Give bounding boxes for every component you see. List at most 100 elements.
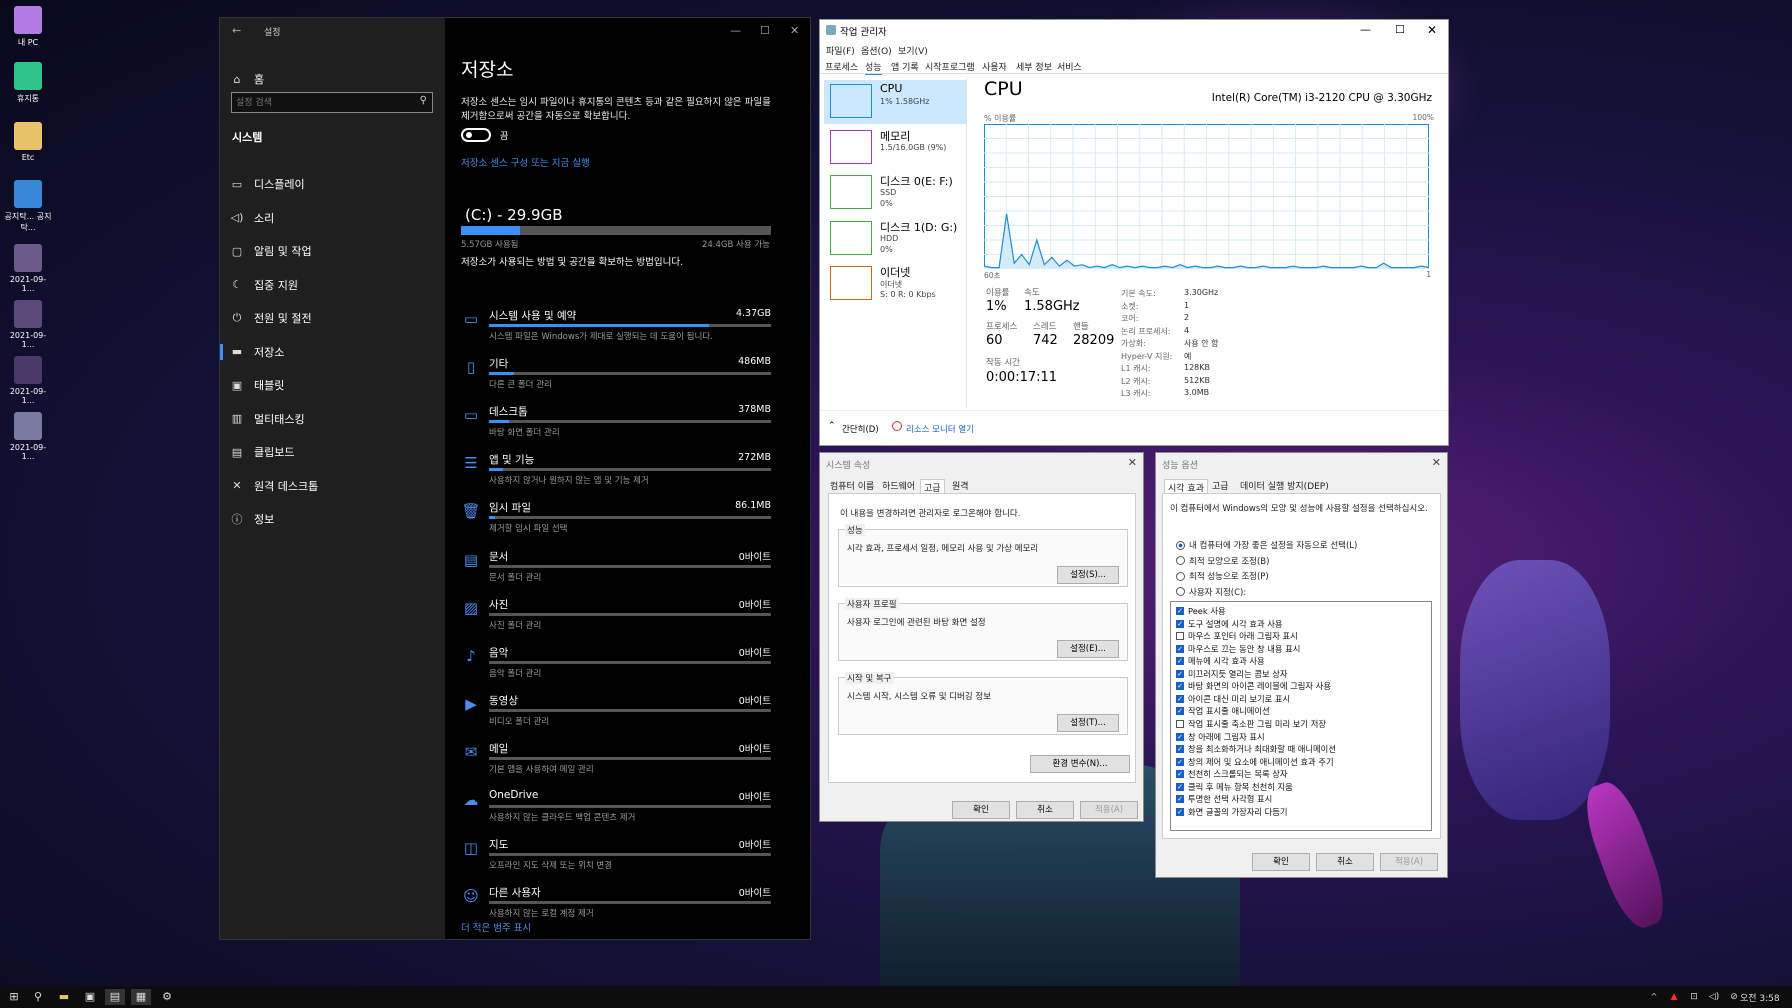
- storage-category[interactable]: ☁ OneDrive 0바이트 사용하지 않는 클라우드 백업 콘텐츠 제거: [461, 789, 771, 833]
- system-properties-taskbar-icon[interactable]: ▦: [131, 989, 151, 1005]
- cancel-button[interactable]: 취소: [1016, 801, 1074, 819]
- close-icon[interactable]: ✕: [1128, 456, 1137, 469]
- desktop-icon[interactable]: 공지탁... 공지탁...: [4, 180, 52, 233]
- close-icon[interactable]: ✕: [1432, 456, 1441, 469]
- checkbox-option[interactable]: ✓ 메뉴에 시각 효과 사용: [1176, 655, 1265, 667]
- desktop-icon[interactable]: 2021-09-1...: [4, 244, 52, 293]
- resource-item[interactable]: 디스크 1(D: G:) HDD 0%: [824, 217, 966, 261]
- sidebar-item-info[interactable]: ⓘ 정보: [230, 509, 275, 529]
- checkbox-option[interactable]: ✓ 미끄러지듯 열리는 콤보 상자: [1176, 668, 1288, 680]
- radio-option[interactable]: 사용자 지정(C):: [1176, 586, 1246, 598]
- storage-category[interactable]: ▭ 데스크톱 378MB 바탕 화면 폴더 관리: [461, 404, 771, 448]
- checkbox-option[interactable]: 작업 표시줄 축소판 그림 미리 보기 저장: [1176, 718, 1326, 730]
- sidebar-item-multitask[interactable]: ▥ 멀티태스킹: [230, 409, 305, 429]
- desktop-icon[interactable]: Etc: [4, 122, 52, 162]
- checkbox-option[interactable]: ✓ 마우스로 끄는 동안 창 내용 표시: [1176, 643, 1300, 655]
- tab-3[interactable]: 원격: [952, 479, 969, 492]
- storage-category[interactable]: ▭ 시스템 사용 및 예약 4.37GB 시스템 파일은 Windows가 제대로 실…: [461, 308, 771, 352]
- fewer-categories-link[interactable]: 더 적은 범주 표시: [461, 920, 531, 934]
- file-explorer-icon[interactable]: ▬: [54, 989, 74, 1005]
- close-icon[interactable]: ✕: [1427, 23, 1437, 37]
- checkbox-option[interactable]: ✓ 아이콘 대신 미리 보기로 표시: [1176, 693, 1290, 705]
- ok-button[interactable]: 확인: [1252, 853, 1310, 871]
- sidebar-item-display[interactable]: ▭ 디스플레이: [230, 174, 305, 194]
- taskbar-clock[interactable]: 오전 3:58: [1740, 991, 1780, 1004]
- task-manager-taskbar-icon[interactable]: ▤: [105, 989, 125, 1005]
- tray-alert-icon[interactable]: ▲: [1664, 989, 1684, 1005]
- search-icon[interactable]: ⚲: [28, 989, 48, 1005]
- group-settings-button[interactable]: 설정(E)...: [1057, 640, 1119, 658]
- tab-0[interactable]: 프로세스: [825, 60, 858, 73]
- environment-variables-button[interactable]: 환경 변수(N)...: [1030, 755, 1130, 773]
- sidebar-item-tablet[interactable]: ▣ 태블릿: [230, 375, 285, 395]
- storage-sense-toggle[interactable]: [461, 128, 491, 142]
- storage-category[interactable]: ▨ 사진 0바이트 사진 폴더 관리: [461, 597, 771, 641]
- radio-option[interactable]: 내 컴퓨터에 가장 좋은 설정을 자동으로 선택(L): [1176, 539, 1357, 551]
- tab-6[interactable]: 서비스: [1057, 60, 1082, 73]
- tab-2[interactable]: 앱 기록: [891, 60, 919, 73]
- sidebar-item-moon[interactable]: ☾ 집중 지원: [230, 275, 298, 295]
- desktop-icon[interactable]: 내 PC: [4, 6, 52, 48]
- checkbox-option[interactable]: ✓ 천천히 스크롤되는 목록 상자: [1176, 768, 1288, 780]
- sidebar-item-power[interactable]: ⏻ 전원 및 절전: [230, 308, 312, 328]
- tray-chevron-icon[interactable]: ^: [1644, 989, 1664, 1005]
- start-icon[interactable]: ⊞: [4, 989, 24, 1005]
- checkbox-option[interactable]: ✓ 도구 설명에 시각 효과 사용: [1176, 618, 1283, 630]
- resource-item[interactable]: CPU 1% 1.58GHz: [824, 80, 966, 124]
- tab-4[interactable]: 사용자: [982, 60, 1007, 73]
- checkbox-option[interactable]: ✓ 바탕 화면의 아이콘 레이블에 그림자 사용: [1176, 680, 1331, 692]
- radio-option[interactable]: 최적 성능으로 조정(P): [1176, 570, 1269, 582]
- checkbox-option[interactable]: ✓ Peek 사용: [1176, 605, 1226, 617]
- settings-search-input[interactable]: [236, 95, 406, 110]
- checkbox-option[interactable]: ✓ 창 아래에 그림자 표시: [1176, 731, 1265, 743]
- resource-item[interactable]: 디스크 0(E: F:) SSD 0%: [824, 171, 966, 215]
- sidebar-item-clipboard[interactable]: ▤ 클립보드: [230, 442, 295, 462]
- checkbox-option[interactable]: ✓ 작업 표시줄 애니메이션: [1176, 705, 1270, 717]
- maximize-icon[interactable]: ☐: [1395, 23, 1405, 36]
- tab-1[interactable]: 하드웨어: [882, 479, 915, 492]
- storage-category[interactable]: ▤ 문서 0바이트 문서 폴더 관리: [461, 549, 771, 593]
- checkbox-option[interactable]: ✓ 창을 최소화하거나 최대화할 때 애니메이션: [1176, 743, 1336, 755]
- volume-icon[interactable]: ◁): [1704, 989, 1724, 1005]
- ok-button[interactable]: 확인: [952, 801, 1010, 819]
- desktop-icon[interactable]: 2021-09-1...: [4, 356, 52, 405]
- apply-button[interactable]: 적용(A): [1080, 801, 1138, 819]
- checkbox-option[interactable]: ✓ 창의 제어 및 요소에 애니메이션 효과 주기: [1176, 756, 1334, 768]
- fewer-details-button[interactable]: 간단히(D): [842, 423, 879, 435]
- tab-3[interactable]: 시작프로그램: [925, 60, 975, 73]
- storage-category[interactable]: ▶ 동영상 0바이트 비디오 폴더 관리: [461, 693, 771, 737]
- checkbox-option[interactable]: ✓ 클릭 후 메뉴 항목 천천히 지움: [1176, 781, 1293, 793]
- storage-category[interactable]: ◫ 지도 0바이트 오프라인 지도 삭제 또는 위치 변경: [461, 837, 771, 881]
- sidebar-item-sound[interactable]: ◁) 소리: [230, 208, 275, 228]
- storage-category[interactable]: ♪ 음악 0바이트 음악 폴더 관리: [461, 645, 771, 689]
- cancel-button[interactable]: 취소: [1316, 853, 1374, 871]
- storage-category[interactable]: ▯ 기타 486MB 다른 큰 폴더 관리: [461, 356, 771, 400]
- resource-monitor-link[interactable]: 리소스 모니터 열기: [906, 423, 974, 435]
- sidebar-item-remote[interactable]: ✕ 원격 데스크톱: [230, 476, 318, 496]
- network-icon[interactable]: ⊡: [1684, 989, 1704, 1005]
- checkbox-option[interactable]: ✓ 화면 글꼴의 가장자리 다듬기: [1176, 806, 1288, 818]
- minimize-icon[interactable]: —: [1360, 23, 1371, 36]
- menu-item[interactable]: 보기(V): [898, 44, 928, 57]
- store-icon[interactable]: ▣: [80, 989, 100, 1005]
- menu-item[interactable]: 옵션(O): [861, 44, 892, 57]
- radio-option[interactable]: 최적 모양으로 조정(B): [1176, 555, 1269, 567]
- storage-category[interactable]: ☰ 앱 및 기능 272MB 사용하지 않거나 원하지 않는 앱 및 기능 제거: [461, 452, 771, 496]
- desktop-icon[interactable]: 2021-09-1...: [4, 300, 52, 349]
- menu-item[interactable]: 파일(F): [826, 44, 855, 57]
- tab-1[interactable]: 고급: [1212, 479, 1229, 492]
- group-settings-button[interactable]: 설정(T)...: [1057, 714, 1119, 732]
- back-arrow-icon[interactable]: ←: [232, 24, 241, 37]
- desktop-icon[interactable]: 2021-09-1...: [4, 412, 52, 461]
- tab-0[interactable]: 컴퓨터 이름: [830, 479, 874, 492]
- settings-search-box[interactable]: ⚲: [231, 92, 433, 113]
- storage-sense-link[interactable]: 저장소 센스 구성 또는 지금 실행: [461, 155, 590, 169]
- checkbox-option[interactable]: 마우스 포인터 아래 그림자 표시: [1176, 630, 1298, 642]
- resource-item[interactable]: 메모리 1.5/16.0GB (9%): [824, 126, 966, 170]
- desktop-icon[interactable]: 휴지통: [4, 62, 52, 104]
- checkbox-option[interactable]: ✓ 투명한 선택 사각형 표시: [1176, 793, 1272, 805]
- tab-5[interactable]: 세부 정보: [1016, 60, 1052, 73]
- storage-category[interactable]: 🗑 임시 파일 86.1MB 제거할 임시 파일 선택: [461, 500, 771, 544]
- resource-item[interactable]: 이더넷 이더넷 S: 0 R: 0 Kbps: [824, 262, 966, 306]
- chevron-up-icon[interactable]: ⌃: [828, 421, 836, 431]
